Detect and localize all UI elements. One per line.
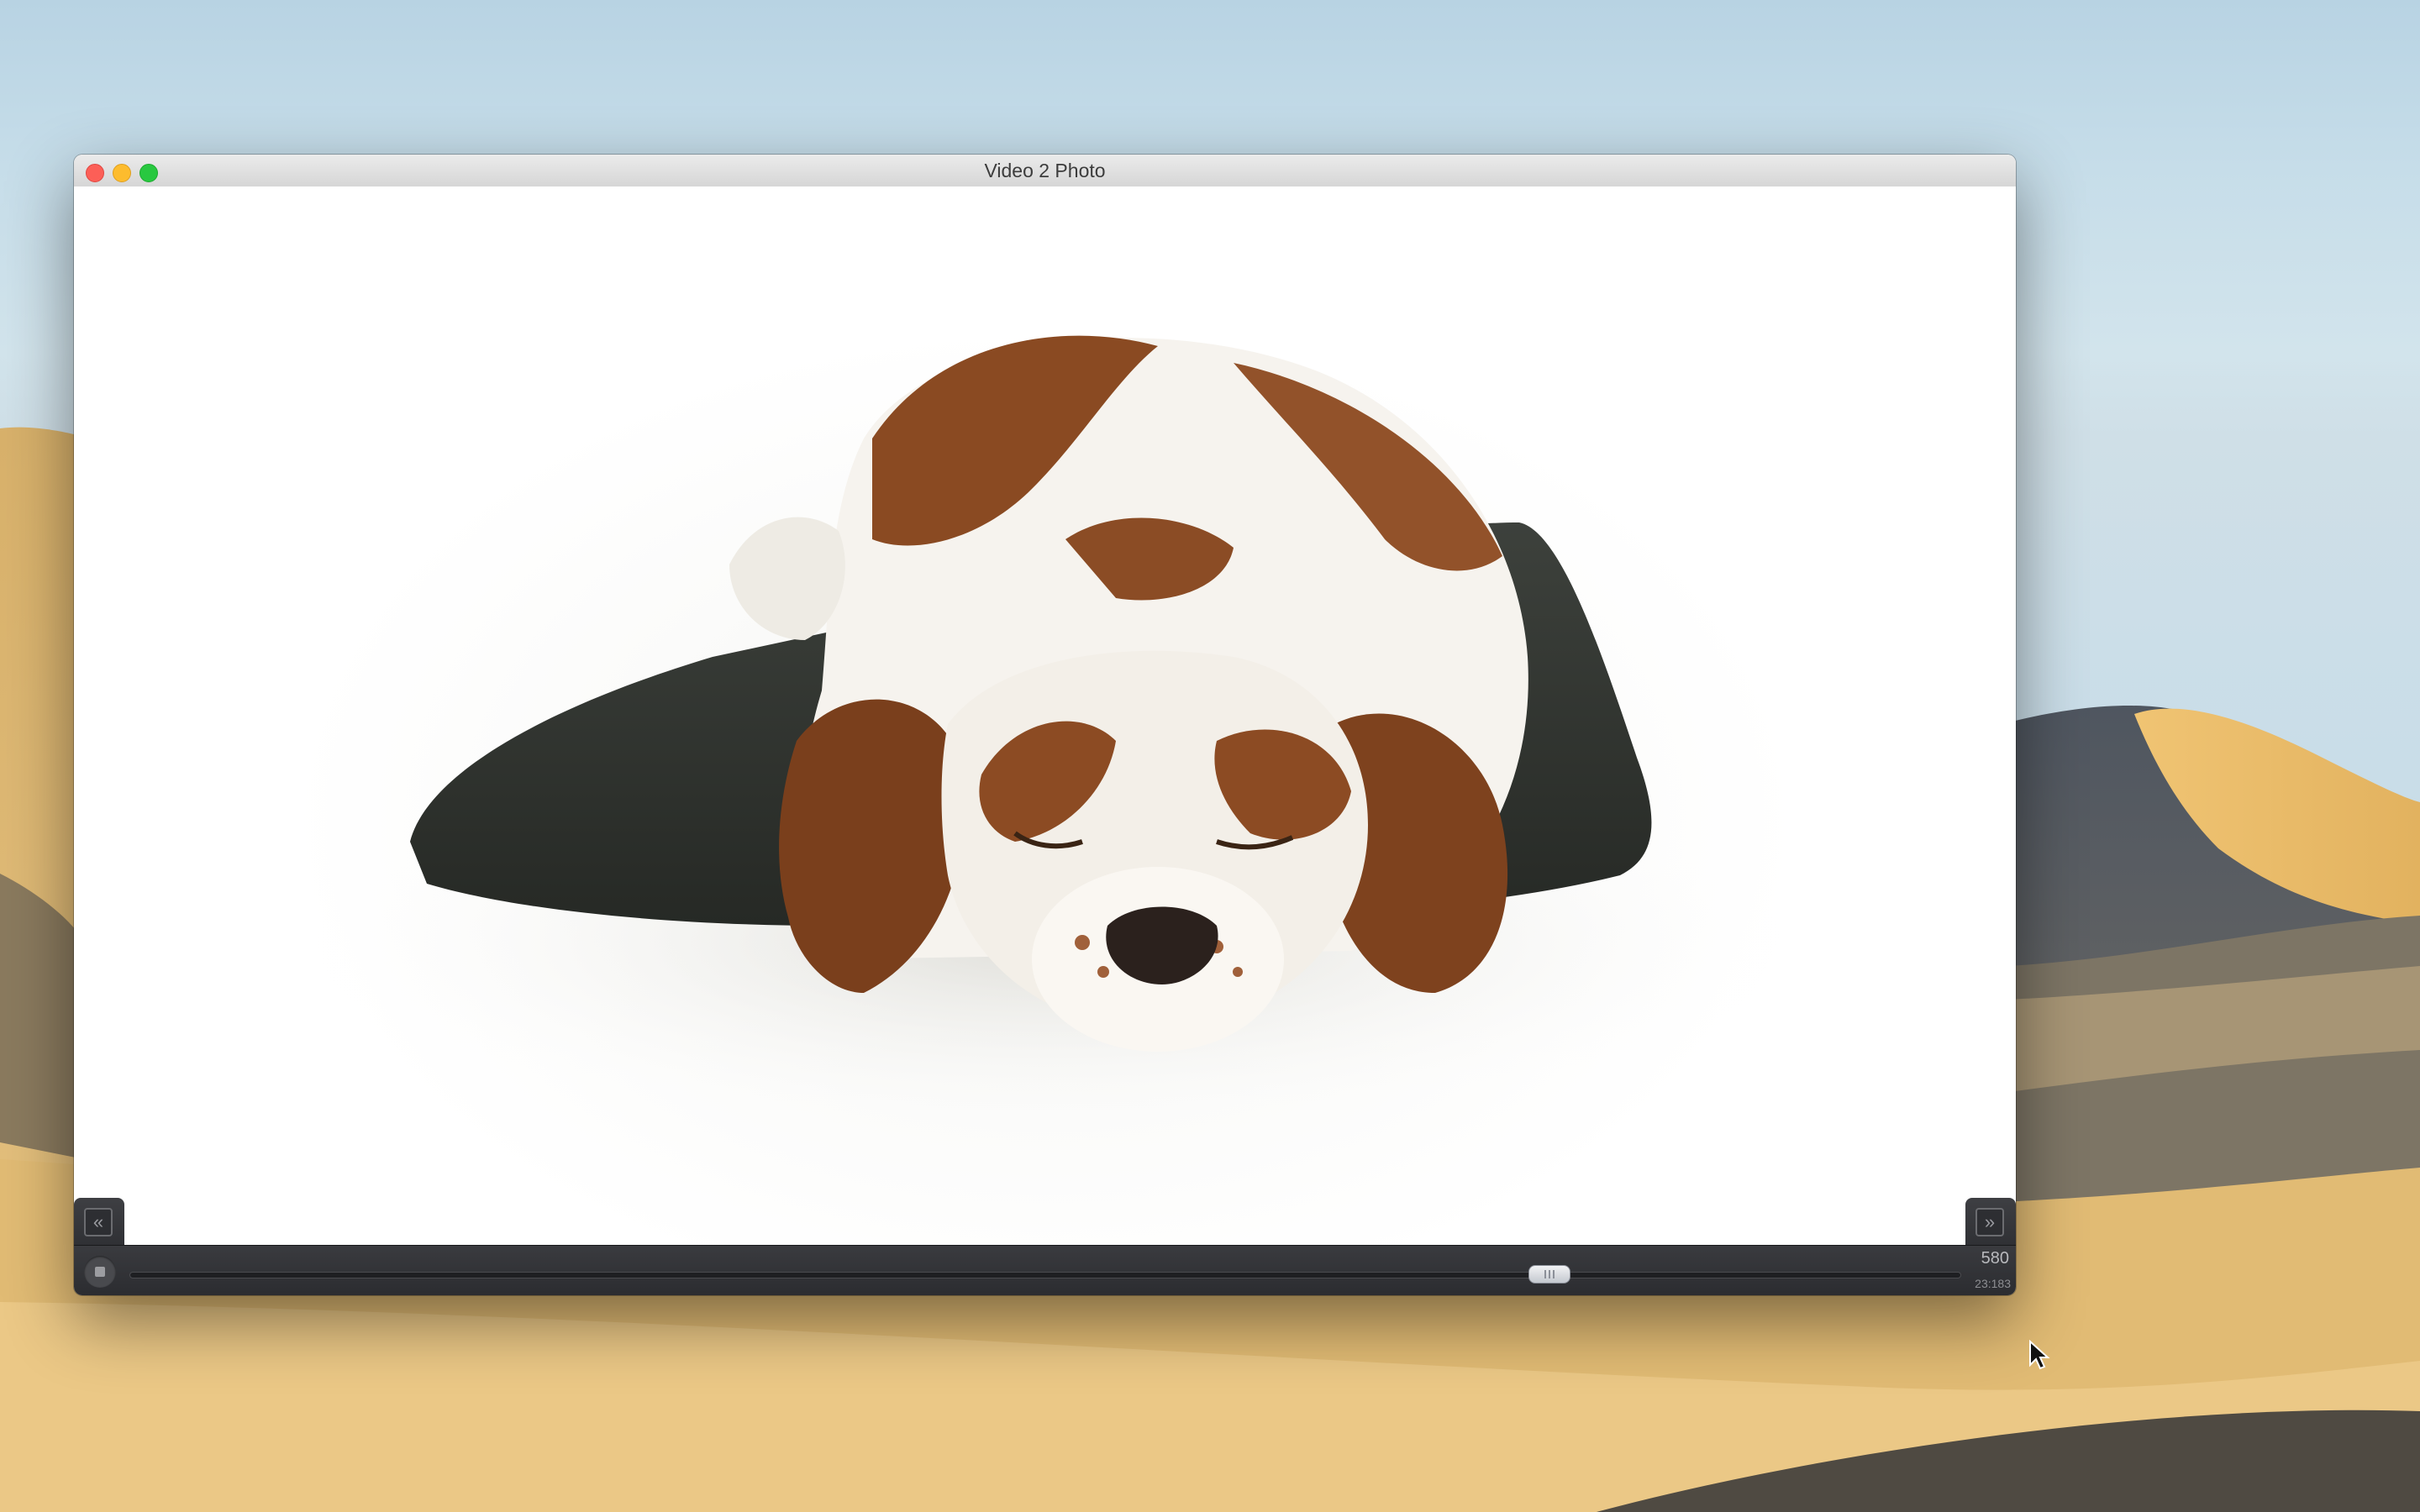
window-title: Video 2 Photo: [984, 160, 1106, 181]
mouse-pointer-icon: [2029, 1340, 2050, 1370]
stop-button[interactable]: [84, 1256, 116, 1288]
video-frame: [74, 186, 2016, 1245]
title-bar[interactable]: Video 2 Photo: [74, 155, 2016, 187]
next-frame-tab: »: [1965, 1198, 2016, 1247]
scrubber-thumb[interactable]: [1528, 1265, 1570, 1284]
stop-icon: [95, 1267, 105, 1277]
playback-controls: 580 23:183: [74, 1245, 2016, 1295]
next-frame-button[interactable]: »: [1975, 1208, 2004, 1236]
timecode: 23:183: [1975, 1277, 2011, 1290]
previous-frame-tab: «: [74, 1198, 124, 1247]
app-window: Video 2 Photo « » 580 23:183: [74, 155, 2016, 1295]
dog-image: [292, 335, 1805, 1136]
grip-line: [1548, 1270, 1550, 1278]
frame-number: 580: [1981, 1249, 2009, 1268]
scrubber-track[interactable]: [129, 1272, 1961, 1278]
grip-line: [1552, 1270, 1555, 1278]
grip-line: [1544, 1270, 1546, 1278]
previous-frame-button[interactable]: «: [84, 1208, 113, 1236]
